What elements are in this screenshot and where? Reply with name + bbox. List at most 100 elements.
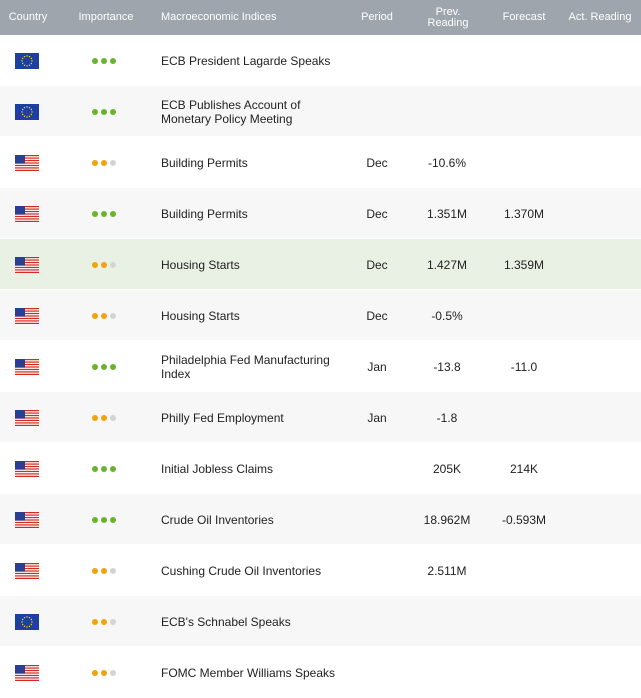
header-importance[interactable]: Importance <box>72 0 140 35</box>
actual-reading-value <box>565 443 635 494</box>
actual-reading-value <box>565 392 635 443</box>
importance-dot-icon <box>101 567 107 574</box>
importance-indicator <box>92 443 122 494</box>
forecast-value: 1.370M <box>503 206 545 221</box>
table-row[interactable]: Building Permits Dec -10.6% <box>0 137 641 188</box>
period-value <box>352 596 402 647</box>
header-actual-reading[interactable]: Act. Reading <box>565 0 635 35</box>
indicator-name: Building Permits <box>161 155 248 170</box>
importance-dot-icon <box>92 669 98 676</box>
header-period[interactable]: Period <box>352 0 402 35</box>
table-row[interactable]: Housing Starts Dec 1.427M 1.359M <box>0 239 641 290</box>
prev-reading-value <box>412 647 482 698</box>
importance-dot-icon <box>92 312 98 319</box>
importance-dot-icon <box>101 516 107 523</box>
importance-dot-icon <box>92 414 98 421</box>
forecast-value <box>490 596 558 647</box>
importance-indicator <box>92 188 122 239</box>
importance-dot-icon <box>110 108 116 115</box>
prev-reading-value: 18.962M <box>423 512 471 527</box>
period-value <box>352 494 402 545</box>
us-flag-icon <box>14 239 40 290</box>
forecast-value <box>490 35 558 86</box>
importance-dot-icon <box>92 159 98 166</box>
importance-dot-icon <box>101 261 107 268</box>
header-prev-reading[interactable]: Prev. Reading <box>420 0 476 35</box>
eu-flag-icon <box>14 596 40 647</box>
table-row[interactable]: ECB's Schnabel Speaks <box>0 596 641 647</box>
importance-indicator <box>92 596 122 647</box>
forecast-value <box>490 392 558 443</box>
table-row[interactable]: Philadelphia Fed Manufacturing Index Jan -… <box>0 341 641 392</box>
us-flag-icon <box>14 290 40 341</box>
header-indices[interactable]: Macroeconomic Indices <box>161 0 321 35</box>
period-value <box>352 86 402 137</box>
importance-dot-icon <box>110 567 116 574</box>
eu-flag-icon <box>14 86 40 137</box>
prev-reading-value: -1.8 <box>436 410 458 425</box>
importance-indicator <box>92 647 122 698</box>
table-row[interactable]: Cushing Crude Oil Inventories 2.511M <box>0 545 641 596</box>
importance-indicator <box>92 545 122 596</box>
importance-dot-icon <box>110 465 116 472</box>
importance-dot-icon <box>92 363 98 370</box>
importance-dot-icon <box>110 57 116 64</box>
period-value: Dec <box>366 206 388 221</box>
importance-dot-icon <box>92 261 98 268</box>
us-flag-icon <box>14 443 40 494</box>
table-row[interactable]: FOMC Member Williams Speaks <box>0 647 641 698</box>
importance-dot-icon <box>110 414 116 421</box>
table-row[interactable]: ECB Publishes Account of Monetary Policy… <box>0 86 641 137</box>
importance-indicator <box>92 290 122 341</box>
table-body: ECB President Lagarde Speaks ECB Publishe… <box>0 35 641 698</box>
indicator-name: Building Permits <box>161 206 248 221</box>
indicator-name: Philly Fed Employment <box>161 410 284 425</box>
period-value: Dec <box>366 308 388 323</box>
indicator-name: Crude Oil Inventories <box>161 512 274 527</box>
actual-reading-value <box>565 35 635 86</box>
forecast-value <box>490 290 558 341</box>
table-row[interactable]: Housing Starts Dec -0.5% <box>0 290 641 341</box>
importance-dot-icon <box>110 261 116 268</box>
forecast-value <box>490 545 558 596</box>
actual-reading-value <box>565 647 635 698</box>
header-country[interactable]: Country <box>0 0 56 35</box>
table-row[interactable]: Building Permits Dec 1.351M 1.370M <box>0 188 641 239</box>
prev-reading-value: -0.5% <box>431 308 463 323</box>
forecast-value <box>490 647 558 698</box>
period-value: Jan <box>367 410 387 425</box>
period-value: Jan <box>367 359 387 374</box>
prev-reading-value <box>412 86 482 137</box>
header-forecast[interactable]: Forecast <box>490 0 558 35</box>
importance-dot-icon <box>110 312 116 319</box>
table-row[interactable]: Crude Oil Inventories 18.962M -0.593M <box>0 494 641 545</box>
period-value <box>352 647 402 698</box>
period-value <box>352 443 402 494</box>
us-flag-icon <box>14 137 40 188</box>
table-header: Country Importance Macroeconomic Indices… <box>0 0 641 35</box>
table-row[interactable]: ECB President Lagarde Speaks <box>0 35 641 86</box>
forecast-value: 214K <box>509 461 539 476</box>
table-row[interactable]: Initial Jobless Claims 205K 214K <box>0 443 641 494</box>
us-flag-icon <box>14 545 40 596</box>
us-flag-icon <box>14 647 40 698</box>
importance-indicator <box>92 239 122 290</box>
period-value <box>352 545 402 596</box>
indicator-name: Initial Jobless Claims <box>161 461 274 476</box>
prev-reading-value: -10.6% <box>427 155 467 170</box>
actual-reading-value <box>565 137 635 188</box>
importance-indicator <box>92 137 122 188</box>
importance-dot-icon <box>101 414 107 421</box>
importance-dot-icon <box>110 159 116 166</box>
importance-dot-icon <box>92 210 98 217</box>
prev-reading-value: 1.427M <box>426 257 468 272</box>
actual-reading-value <box>565 545 635 596</box>
forecast-value: -11.0 <box>510 359 538 374</box>
table-row[interactable]: Philly Fed Employment Jan -1.8 <box>0 392 641 443</box>
importance-dot-icon <box>101 312 107 319</box>
actual-reading-value <box>565 596 635 647</box>
prev-reading-value: -13.8 <box>433 359 461 374</box>
importance-dot-icon <box>110 669 116 676</box>
indicator-name: Cushing Crude Oil Inventories <box>161 563 322 578</box>
actual-reading-value <box>565 341 635 392</box>
